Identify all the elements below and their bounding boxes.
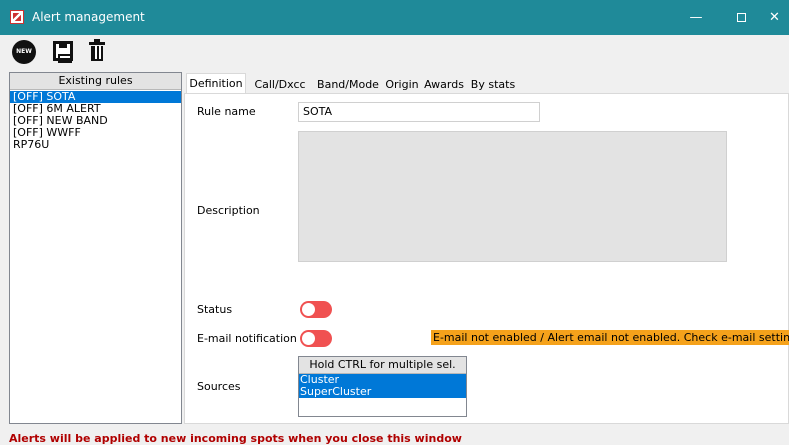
save-button[interactable] xyxy=(52,38,78,64)
sources-listbox[interactable]: Hold CTRL for multiple sel. Cluster Supe… xyxy=(298,356,467,417)
rule-name-input[interactable]: SOTA xyxy=(298,102,540,122)
footer-message: Alerts will be applied to new incoming s… xyxy=(9,432,462,445)
sources-items: Cluster SuperCluster xyxy=(299,374,466,398)
rule-item[interactable]: RP76U xyxy=(10,139,181,151)
tab-call-dxcc[interactable]: Call/Dxcc xyxy=(248,75,312,94)
app-icon xyxy=(10,10,24,24)
tab-awards[interactable]: Awards xyxy=(422,75,466,94)
new-badge-text: NEW xyxy=(16,48,32,55)
status-label: Status xyxy=(197,303,233,316)
tab-origin[interactable]: Origin xyxy=(384,75,420,94)
toolbar: NEW xyxy=(0,35,789,69)
rules-list-header: Existing rules xyxy=(10,73,181,90)
window-title: Alert management xyxy=(32,10,145,24)
maximize-button[interactable] xyxy=(718,0,764,35)
description-label: Description xyxy=(197,204,260,217)
minimize-button[interactable]: — xyxy=(673,0,719,35)
trash-can-body xyxy=(91,46,103,61)
source-item-supercluster[interactable]: SuperCluster xyxy=(299,386,466,398)
existing-rules-list[interactable]: Existing rules [OFF] SOTA [OFF] 6M ALERT… xyxy=(9,72,182,424)
email-notification-label: E-mail notification xyxy=(197,332,297,345)
close-button[interactable]: ✕ xyxy=(760,0,789,35)
tab-by-stats[interactable]: By stats xyxy=(468,75,518,94)
floppy-disk-icon xyxy=(53,41,73,63)
delete-button[interactable] xyxy=(86,38,112,64)
status-toggle[interactable] xyxy=(300,301,332,318)
trash-icon xyxy=(89,39,105,45)
title-bar: Alert management — ✕ xyxy=(0,0,789,35)
tab-definition[interactable]: Definition xyxy=(186,73,246,94)
new-burst-icon: NEW xyxy=(14,42,34,62)
rules-list-items: [OFF] SOTA [OFF] 6M ALERT [OFF] NEW BAND… xyxy=(10,90,181,151)
sources-label: Sources xyxy=(197,380,241,393)
definition-panel: Rule name SOTA Description Status E-mail… xyxy=(184,93,789,424)
maximize-icon xyxy=(736,13,746,22)
toggle-knob xyxy=(302,303,315,316)
email-notification-toggle[interactable] xyxy=(300,330,332,347)
toggle-knob xyxy=(302,332,315,345)
new-rule-button[interactable]: NEW xyxy=(12,38,38,64)
description-textarea[interactable] xyxy=(298,131,727,262)
rule-name-label: Rule name xyxy=(197,105,256,118)
tab-band-mode[interactable]: Band/Mode xyxy=(314,75,382,94)
email-warning-badge: E-mail not enabled / Alert email not ena… xyxy=(431,330,789,345)
sources-header: Hold CTRL for multiple sel. xyxy=(299,357,466,374)
rule-editor: Definition Call/Dxcc Band/Mode Origin Aw… xyxy=(184,72,789,424)
